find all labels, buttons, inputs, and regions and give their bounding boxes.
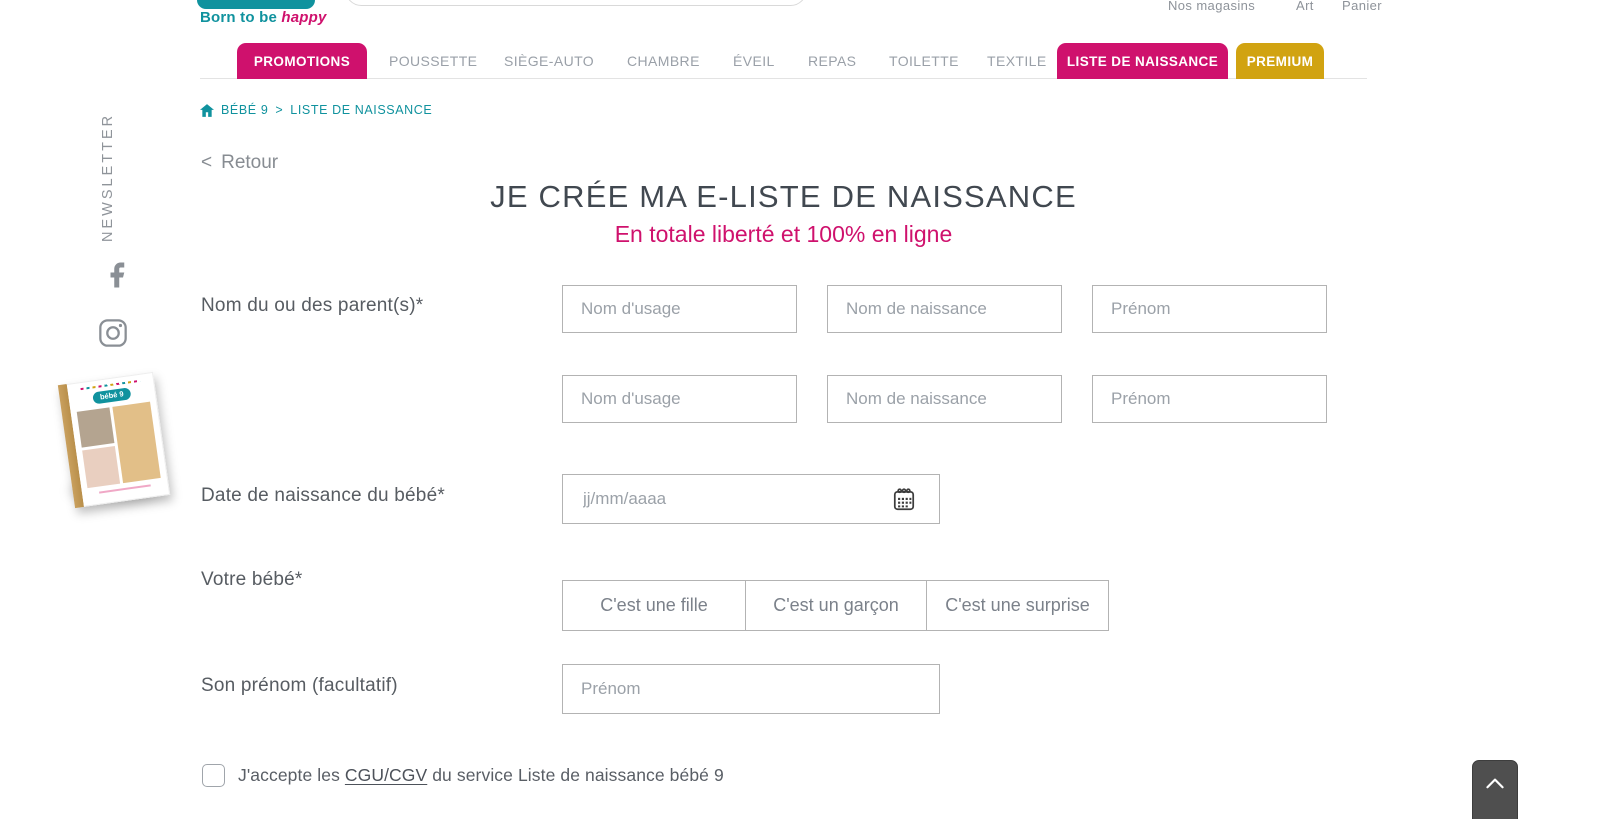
- home-icon[interactable]: [200, 103, 214, 117]
- nav-item-premium[interactable]: PREMIUM: [1236, 43, 1324, 79]
- gender-girl-button[interactable]: C'est une fille: [562, 580, 746, 631]
- birthdate-input[interactable]: [563, 475, 939, 523]
- terms-cgu-link[interactable]: CGU/CGV: [345, 765, 427, 785]
- parent1-birth-name-input[interactable]: [827, 285, 1062, 333]
- page-subtitle: En totale liberté et 100% en ligne: [614, 221, 953, 247]
- parents-label: Nom du ou des parent(s)*: [201, 295, 424, 316]
- terms-text: J'accepte les CGU/CGV du service Liste d…: [238, 765, 724, 786]
- nav-item-liste-de-naissance[interactable]: LISTE DE NAISSANCE: [1057, 43, 1228, 79]
- nav-item-chambre[interactable]: CHAMBRE: [627, 43, 700, 79]
- birthdate-label: Date de naissance du bébé*: [201, 485, 445, 506]
- chevron-up-icon: [1486, 778, 1504, 789]
- gender-surprise-button[interactable]: C'est une surprise: [926, 580, 1109, 631]
- breadcrumb: BÉBÉ 9 > LISTE DE NAISSANCE: [200, 103, 432, 117]
- parent2-firstname-input[interactable]: [1092, 375, 1327, 423]
- page: Born to be happy Nos magasins Art Panier…: [0, 0, 1600, 819]
- terms-checkbox[interactable]: [202, 764, 225, 787]
- page-title: JE CRÉE MA E-LISTE DE NAISSANCE: [490, 179, 1077, 214]
- catalog-photos: [76, 401, 161, 489]
- baby-firstname-field: [562, 664, 940, 714]
- brand-logo[interactable]: [197, 0, 315, 9]
- catalog-photo-nursery: [76, 407, 115, 448]
- nav-item-eveil[interactable]: ÉVEIL: [733, 43, 775, 79]
- header-link-cart[interactable]: Panier: [1342, 0, 1382, 13]
- nav-item-repas[interactable]: REPAS: [808, 43, 856, 79]
- breadcrumb-current[interactable]: LISTE DE NAISSANCE: [290, 103, 432, 117]
- facebook-icon[interactable]: [103, 260, 133, 295]
- catalog-logo: bébé 9: [92, 387, 132, 405]
- newsletter-tab[interactable]: NEWSLETTER: [100, 113, 116, 242]
- breadcrumb-home[interactable]: BÉBÉ 9: [221, 103, 268, 117]
- main-nav: PROMOTIONS POUSSETTE SIÈGE-AUTO CHAMBRE …: [200, 43, 1367, 79]
- header-link-stores[interactable]: Nos magasins: [1168, 0, 1255, 13]
- baby-label: Votre bébé*: [201, 569, 303, 590]
- tagline-prefix: Born to be: [200, 9, 277, 26]
- catalog-thumbnail[interactable]: bébé 9: [57, 371, 171, 509]
- terms-prefix: J'accepte les: [238, 765, 345, 785]
- gender-boy-button[interactable]: C'est un garçon: [745, 580, 927, 631]
- catalog-cover: bébé 9: [66, 371, 171, 507]
- nav-item-poussette[interactable]: POUSSETTE: [389, 43, 477, 79]
- search-input[interactable]: [345, 0, 807, 6]
- baby-firstname-input[interactable]: [562, 664, 940, 714]
- parent2-birth-name-input[interactable]: [827, 375, 1062, 423]
- birthdate-field: [562, 474, 940, 524]
- scroll-to-top-button[interactable]: [1472, 760, 1518, 819]
- back-link[interactable]: < Retour: [201, 152, 278, 174]
- breadcrumb-separator: >: [275, 103, 284, 117]
- calendar-icon[interactable]: [891, 487, 917, 513]
- nav-item-siege-auto[interactable]: SIÈGE-AUTO: [504, 43, 594, 79]
- parent1-firstname-input[interactable]: [1092, 285, 1327, 333]
- nav-item-textile[interactable]: TEXTILE: [987, 43, 1047, 79]
- catalog-speckles: [80, 379, 140, 391]
- tagline-accent: happy: [281, 9, 327, 26]
- back-label: Retour: [221, 152, 279, 173]
- terms-suffix: du service Liste de naissance bébé 9: [427, 765, 724, 785]
- catalog-photo-mother: [112, 401, 161, 484]
- parent1-usage-name-input[interactable]: [562, 285, 797, 333]
- terms-row: J'accepte les CGU/CGV du service Liste d…: [202, 764, 724, 787]
- catalog-footline: [99, 484, 151, 494]
- baby-firstname-label: Son prénom (facultatif): [201, 675, 398, 696]
- nav-item-toilette[interactable]: TOILETTE: [889, 43, 959, 79]
- catalog-photo-family: [82, 445, 121, 489]
- back-chevron-icon: <: [201, 152, 213, 173]
- brand-tagline: Born to be happy: [200, 9, 327, 26]
- baby-gender-segment: C'est une fille C'est un garçon C'est un…: [562, 580, 1109, 631]
- header-link-account[interactable]: Art: [1296, 0, 1314, 13]
- instagram-icon[interactable]: [97, 317, 129, 354]
- parent2-usage-name-input[interactable]: [562, 375, 797, 423]
- nav-item-promotions[interactable]: PROMOTIONS: [237, 43, 367, 79]
